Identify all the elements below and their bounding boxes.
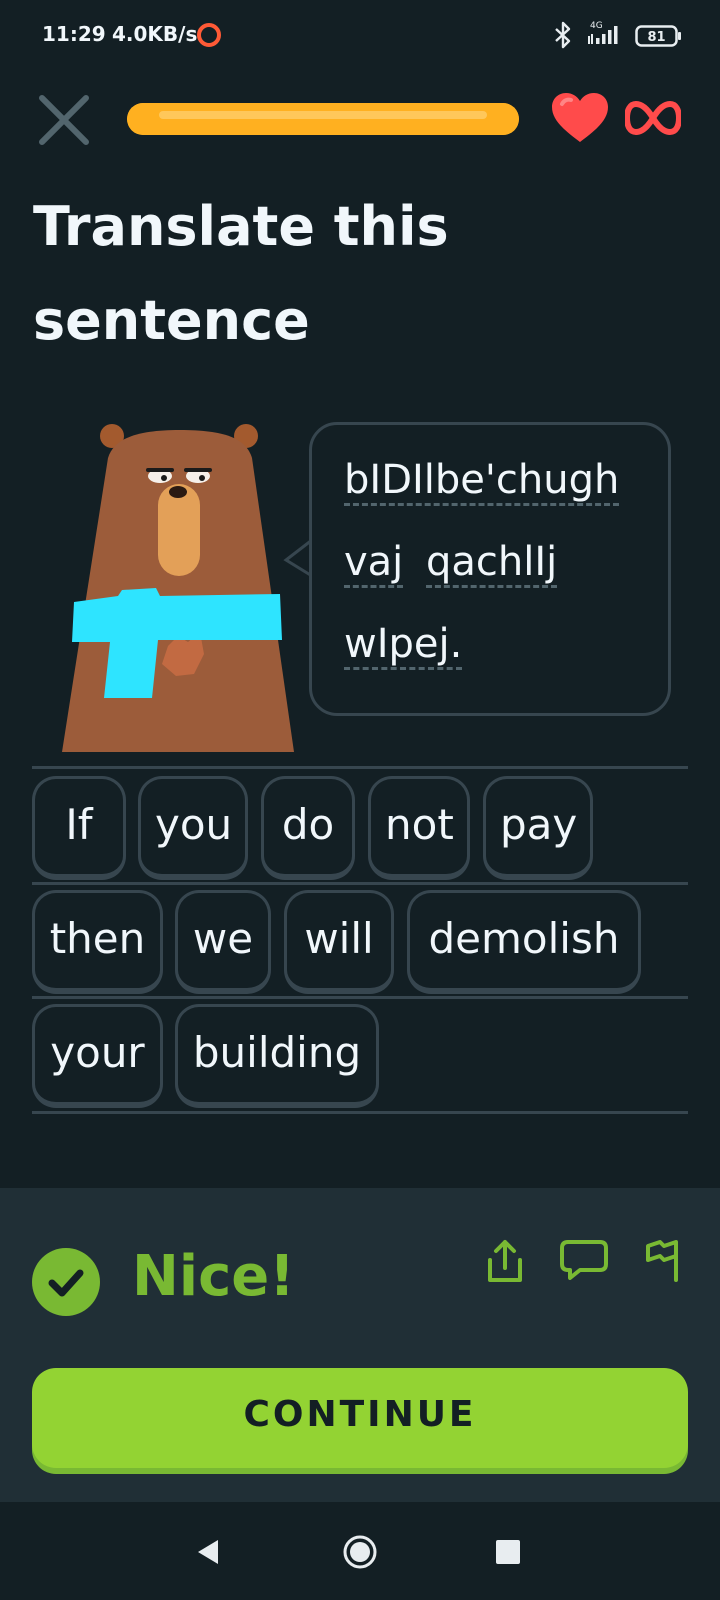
answer-area: If you do not pay then we will demolish … [32, 766, 688, 1114]
status-bar: 11:29 4.0KB/s 4G 81 [0, 0, 720, 72]
home-icon[interactable] [342, 1534, 378, 1570]
word-chip[interactable]: then [32, 890, 163, 994]
heart-icon[interactable] [550, 92, 610, 144]
close-icon[interactable] [36, 92, 92, 148]
sentence-word[interactable]: vaj [344, 539, 404, 588]
word-chip[interactable]: not [368, 776, 470, 880]
word-chip[interactable]: your [32, 1004, 163, 1108]
word-chip[interactable]: do [261, 776, 355, 880]
bear-character-illustration [62, 424, 294, 752]
sentence-word[interactable]: bIDIlbe'chugh [344, 457, 620, 506]
status-network-speed: 4.0KB/s [112, 22, 198, 46]
comment-icon[interactable] [560, 1240, 608, 1280]
word-chip[interactable]: building [175, 1004, 379, 1108]
progress-fill [127, 103, 519, 135]
answer-line [32, 766, 688, 769]
battery-icon: 81 [635, 25, 681, 47]
signal-icon: 4G [588, 21, 618, 44]
sentence-line-2: vaj qachlIj [344, 537, 567, 588]
check-circle-icon [32, 1248, 100, 1316]
title-line-2: sentence [33, 289, 310, 352]
answer-line [32, 996, 688, 999]
word-chip[interactable]: demolish [407, 890, 641, 994]
answer-line [32, 882, 688, 885]
word-chip[interactable]: If [32, 776, 126, 880]
recent-apps-icon[interactable] [496, 1540, 520, 1564]
flag-icon[interactable] [644, 1238, 684, 1282]
page-title: Translate this sentence [33, 180, 633, 368]
continue-button[interactable]: CONTINUE [32, 1368, 688, 1468]
word-chip[interactable]: you [138, 776, 248, 880]
network-type-label: 4G [590, 21, 603, 31]
feedback-result-text: Nice! [132, 1244, 295, 1309]
system-navigation-bar [0, 1502, 720, 1600]
speech-bubble: bIDIlbe'chugh vaj qachlIj wIpej. [309, 422, 671, 716]
answer-line [32, 1111, 688, 1114]
share-icon[interactable] [484, 1238, 526, 1284]
progress-shine [159, 111, 487, 119]
word-chip[interactable]: pay [483, 776, 593, 880]
word-chip[interactable]: we [175, 890, 271, 994]
status-time: 11:29 [42, 22, 106, 46]
sentence-line-1: bIDIlbe'chugh [344, 455, 629, 506]
infinity-icon [625, 100, 681, 136]
bluetooth-icon [555, 21, 571, 49]
battery-level: 81 [647, 30, 665, 45]
notification-ring-icon [197, 23, 221, 47]
feedback-panel: Nice! CONTINUE [0, 1188, 720, 1502]
word-chip[interactable]: will [284, 890, 394, 994]
sentence-line-3: wIpej. [344, 619, 472, 670]
title-line-1: Translate this [33, 195, 449, 258]
sentence-word[interactable]: qachlIj [426, 539, 558, 588]
lesson-progress-bar [127, 103, 519, 135]
sentence-word[interactable]: wIpej. [344, 621, 463, 670]
back-icon[interactable] [196, 1538, 220, 1566]
